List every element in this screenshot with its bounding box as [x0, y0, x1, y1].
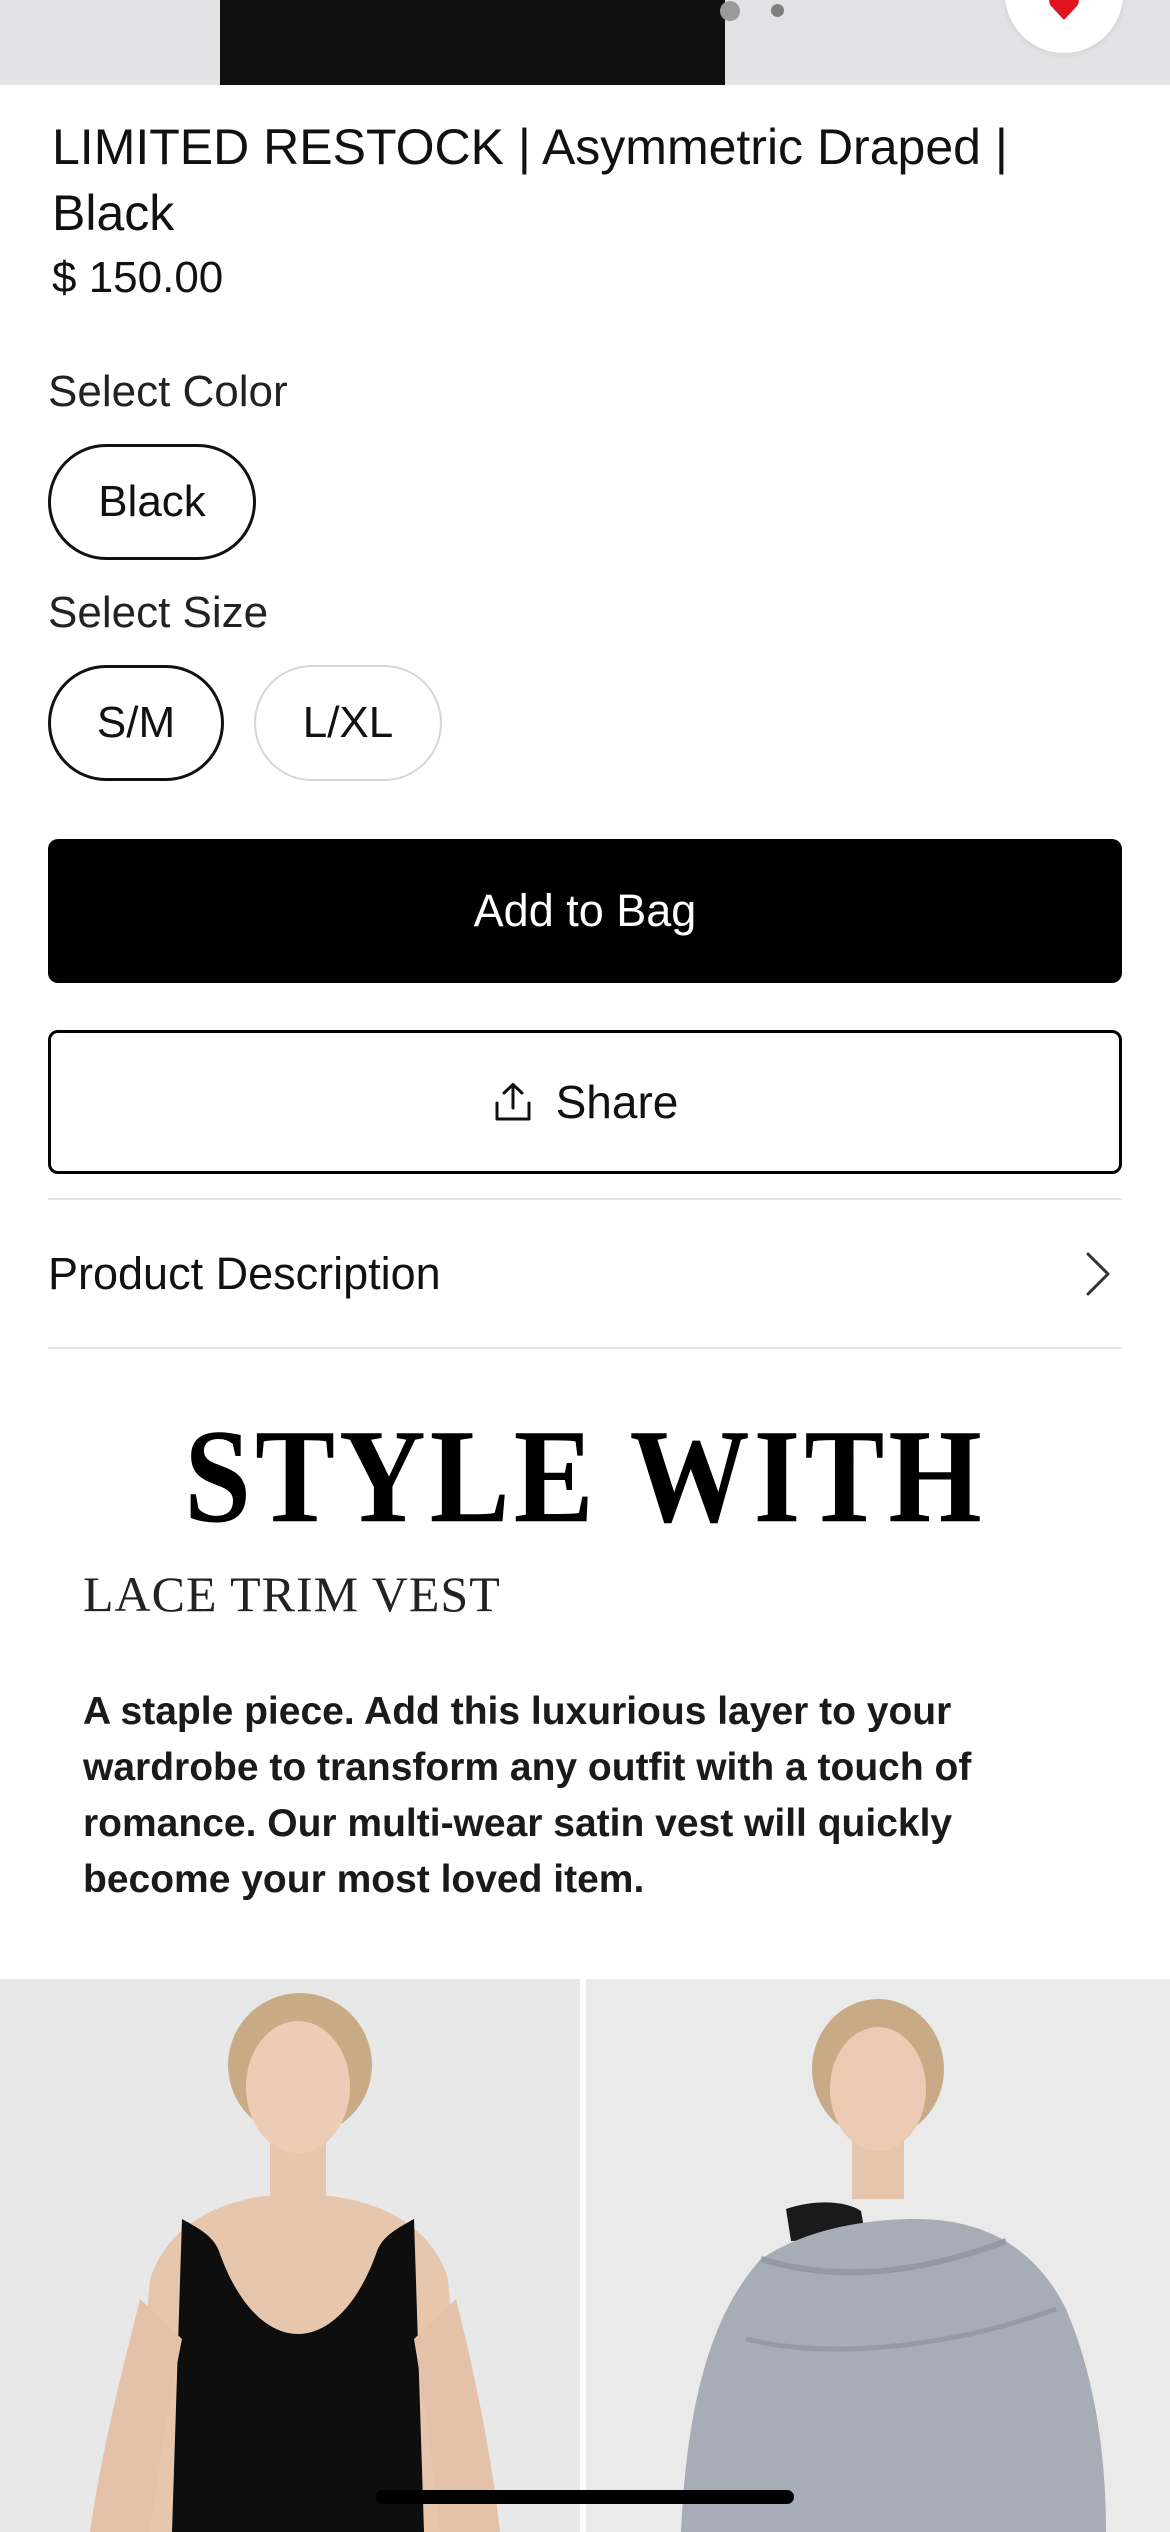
style-photo-draped-top[interactable]	[586, 1979, 1170, 2532]
chevron-right-icon	[1086, 1252, 1110, 1295]
product-price: $ 150.00	[52, 253, 224, 302]
style-with-heading: STYLE WITH	[184, 1401, 986, 1551]
color-option-black[interactable]: Black	[48, 444, 256, 560]
model-photo	[0, 1979, 580, 2532]
add-to-bag-button[interactable]: Add to Bag	[48, 839, 1122, 983]
style-with-subheading: LACE TRIM VEST	[83, 1566, 501, 1622]
product-title: LIMITED RESTOCK | Asymmetric Draped | Bl…	[52, 119, 1008, 241]
carousel-dot-active[interactable]	[720, 1, 740, 21]
divider	[48, 1347, 1122, 1349]
heart-icon	[1049, 0, 1079, 20]
product-description-row[interactable]: Product Description	[48, 1200, 1122, 1347]
select-size-label: Select Size	[48, 588, 269, 637]
select-color-label: Select Color	[48, 367, 288, 416]
style-with-body: A staple piece. Add this luxurious layer…	[83, 1690, 972, 1901]
size-option-lxl[interactable]: L/XL	[254, 665, 442, 781]
home-indicator[interactable]	[376, 2490, 794, 2504]
share-icon	[495, 1083, 531, 1121]
product-image	[220, 0, 725, 85]
size-option-label: L/XL	[302, 698, 394, 747]
model-photo	[586, 1979, 1170, 2532]
carousel-dot[interactable]	[771, 4, 784, 17]
add-to-bag-label: Add to Bag	[473, 885, 697, 936]
size-option-label: S/M	[96, 698, 176, 747]
size-option-sm[interactable]: S/M	[48, 665, 224, 781]
share-button[interactable]: Share	[48, 1030, 1122, 1174]
share-label: Share	[555, 1076, 679, 1128]
style-photo-lace-vest[interactable]	[0, 1979, 580, 2532]
color-option-label: Black	[98, 477, 206, 526]
product-description-label: Product Description	[48, 1247, 441, 1299]
product-image-carousel[interactable]	[0, 0, 1170, 85]
